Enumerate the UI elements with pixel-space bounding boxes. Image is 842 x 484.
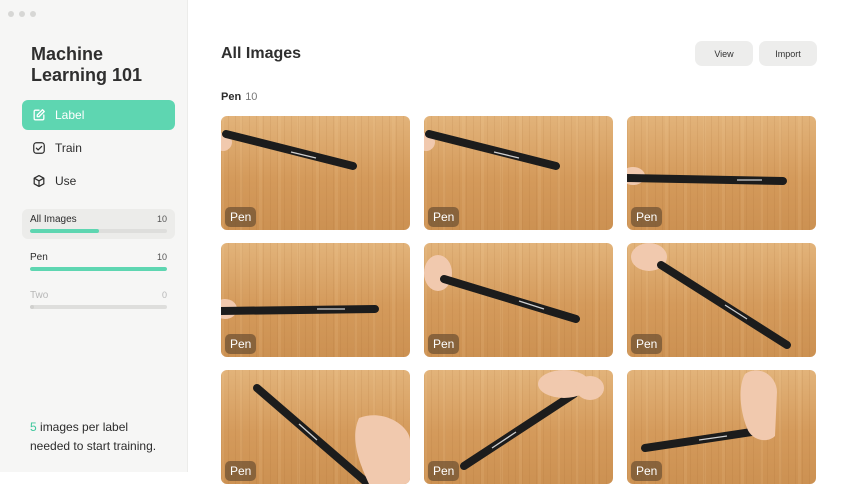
training-hint: 5 images per label needed to start train… (30, 418, 180, 456)
nav-item-train[interactable]: Train (22, 133, 175, 163)
window-controls (8, 11, 36, 17)
label-name: All Images (30, 214, 77, 225)
image-thumbnail[interactable]: Pen (627, 116, 816, 230)
image-thumbnail[interactable]: Pen (221, 116, 410, 230)
image-label-tag: Pen (225, 334, 257, 354)
hint-number: 5 (30, 420, 37, 434)
zoom-window-button[interactable] (30, 11, 36, 17)
label-count: 0 (161, 290, 167, 300)
label-row-all-images[interactable]: All Images 10 (22, 209, 175, 239)
label-count: 10 (156, 214, 167, 224)
close-window-button[interactable] (8, 11, 14, 17)
label-progress-bar (30, 229, 167, 233)
page-title: All Images (221, 45, 302, 62)
image-label-tag: Pen (225, 207, 257, 227)
view-button[interactable]: View (695, 41, 753, 66)
label-name: Two (30, 290, 49, 301)
image-thumbnail[interactable]: Pen (221, 243, 410, 357)
import-button[interactable]: Import (759, 41, 817, 66)
image-thumbnail[interactable]: Pen (424, 243, 613, 357)
minimize-window-button[interactable] (19, 11, 25, 17)
image-label-tag: Pen (428, 207, 460, 227)
hint-text-before: images per label (36, 420, 129, 434)
image-thumbnail[interactable]: Pen (221, 370, 410, 484)
label-row-two[interactable]: Two 0 (22, 285, 175, 315)
edit-icon (31, 107, 47, 123)
image-thumbnail[interactable]: Pen (627, 370, 816, 484)
image-label-tag: Pen (631, 334, 663, 354)
image-label-tag: Pen (225, 461, 257, 481)
label-list: All Images 10 Pen 10 Two 0 (22, 209, 175, 323)
image-label-tag: Pen (631, 461, 663, 481)
cube-icon (31, 173, 47, 189)
app-window: Machine Learning 101 Label Train Use All… (0, 0, 842, 484)
mode-nav: Label Train Use (22, 100, 175, 199)
image-thumbnail[interactable]: Pen (424, 116, 613, 230)
section-label: Pen (221, 91, 242, 103)
section-count: 10 (245, 91, 258, 103)
label-progress-bar (30, 267, 167, 271)
hint-text-after: needed to start training. (30, 439, 157, 453)
nav-item-train-text: Train (55, 141, 82, 155)
main-panel: All Images View Import Pen 10 Pen Pen Pe… (188, 0, 842, 484)
section-header: Pen 10 (221, 91, 257, 103)
image-label-tag: Pen (428, 461, 460, 481)
project-title: Machine Learning 101 (31, 44, 143, 85)
label-name: Pen (30, 252, 48, 263)
checkbox-icon (31, 140, 47, 156)
sidebar: Machine Learning 101 Label Train Use All… (0, 0, 188, 472)
nav-item-label-text: Label (55, 108, 85, 122)
image-label-tag: Pen (428, 334, 460, 354)
nav-item-label[interactable]: Label (22, 100, 175, 130)
image-label-tag: Pen (631, 207, 663, 227)
nav-item-use[interactable]: Use (22, 166, 175, 196)
nav-item-use-text: Use (55, 174, 77, 188)
label-progress-bar (30, 305, 167, 309)
label-count: 10 (156, 252, 167, 262)
label-row-pen[interactable]: Pen 10 (22, 247, 175, 277)
image-thumbnail[interactable]: Pen (627, 243, 816, 357)
image-thumbnail[interactable]: Pen (424, 370, 613, 484)
